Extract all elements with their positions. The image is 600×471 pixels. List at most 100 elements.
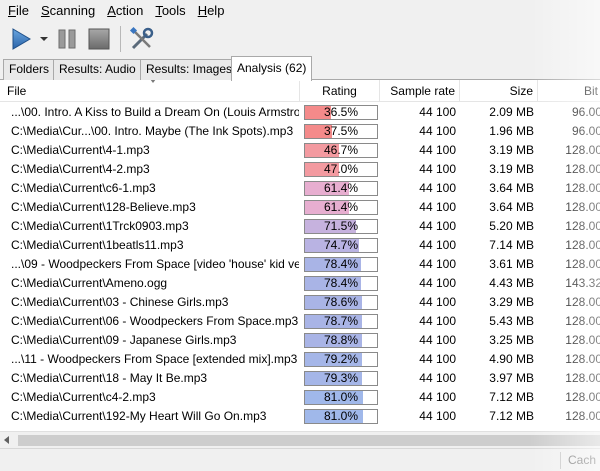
rating-bar: 61.4% <box>304 181 378 196</box>
menu-action[interactable]: Action <box>101 0 149 22</box>
size-cell: 7.14 MB <box>489 238 534 252</box>
sample-rate-cell: 44 100 <box>419 238 456 252</box>
size-cell: 1.96 MB <box>489 124 534 138</box>
stop-button[interactable] <box>84 24 114 54</box>
bitrate-cell: 128.00 <box>565 352 600 366</box>
file-path-cell: C:\Media\Cur...\00. Intro. Maybe (The In… <box>11 124 294 138</box>
rating-bar: 78.4% <box>304 257 378 272</box>
list-header: File Rating Sample rate Size Bit <box>0 80 600 102</box>
bitrate-cell: 128.00 <box>565 314 600 328</box>
sample-rate-cell: 44 100 <box>419 409 456 423</box>
rating-bar: 46.7% <box>304 143 378 158</box>
sample-rate-cell: 44 100 <box>419 276 456 290</box>
column-header-bitrate-label: Bit <box>583 84 598 98</box>
sample-rate-cell: 44 100 <box>419 371 456 385</box>
table-row[interactable]: C:\Media\Current\1Trck0903.mp3 71.5% 44 10… <box>0 217 600 236</box>
table-row[interactable]: C:\Media\Cur...\00. Intro. Maybe (The In… <box>0 122 600 141</box>
file-path-cell: C:\Media\Current\06 - Woodpeckers From S… <box>11 314 299 328</box>
pause-icon <box>58 29 76 49</box>
toolbar-separator <box>120 26 121 52</box>
rating-value: 78.7% <box>323 314 359 328</box>
rating-value: 47.0% <box>323 162 359 176</box>
menu-help[interactable]: Help <box>192 0 231 22</box>
table-row[interactable]: C:\Media\Current\03 - Chinese Girls.mp3 7… <box>0 293 600 312</box>
bitrate-cell: 128.00 <box>565 162 600 176</box>
rating-bar: 71.5% <box>304 219 378 234</box>
table-row[interactable]: C:\Media\Current\1beatls11.mp3 74.7% 44 10… <box>0 236 600 255</box>
sample-rate-cell: 44 100 <box>419 219 456 233</box>
table-row[interactable]: C:\Media\Current\c4-2.mp3 81.0% 44 100 7.12… <box>0 388 600 407</box>
size-cell: 3.64 MB <box>489 181 534 195</box>
table-row[interactable]: C:\Media\Current\128-Believe.mp3 61.4% 44 … <box>0 198 600 217</box>
tab-folders-label: Folders <box>9 62 50 76</box>
file-path-cell: ...\11 - Woodpeckers From Space [extende… <box>11 352 298 366</box>
table-row[interactable]: C:\Media\Current\Ameno.ogg 78.4% 44 100 4.4… <box>0 274 600 293</box>
rating-value: 81.0% <box>323 390 359 404</box>
rating-value: 78.6% <box>323 295 359 309</box>
size-cell: 7.12 MB <box>489 390 534 404</box>
list-rows: ...\00. Intro. A Kiss to Build a Dream O… <box>0 103 600 426</box>
rating-bar: 81.0% <box>304 390 378 405</box>
table-row[interactable]: C:\Media\Current\4-2.mp3 47.0% 44 100 3.19 … <box>0 160 600 179</box>
bitrate-cell: 128.00 <box>565 219 600 233</box>
column-header-rating[interactable]: Rating <box>300 80 380 102</box>
table-row[interactable]: C:\Media\Current\09 - Japanese Girls.mp3… <box>0 331 600 350</box>
column-header-rating-label: Rating <box>322 84 357 98</box>
table-row[interactable]: C:\Media\Current\c6-1.mp3 61.4% 44 100 3.64… <box>0 179 600 198</box>
table-row[interactable]: C:\Media\Current\4-1.mp3 46.7% 44 100 3.19 … <box>0 141 600 160</box>
table-row[interactable]: ...\09 - Woodpeckers From Space [video '… <box>0 255 600 274</box>
rating-value: 78.8% <box>323 333 359 347</box>
play-button[interactable] <box>6 24 36 54</box>
tab-results-images[interactable]: Results: Images <box>140 59 239 80</box>
rating-bar: 74.7% <box>304 238 378 253</box>
rating-bar: 61.4% <box>304 200 378 215</box>
tab-folders[interactable]: Folders <box>3 59 56 80</box>
pause-button[interactable] <box>52 24 82 54</box>
menu-help-label: elp <box>207 3 225 18</box>
size-cell: 3.19 MB <box>489 162 534 176</box>
column-header-size[interactable]: Size <box>460 80 538 102</box>
rating-bar: 78.8% <box>304 333 378 348</box>
menu-scanning[interactable]: Scanning <box>35 0 101 22</box>
table-row[interactable]: C:\Media\Current\18 - May It Be.mp3 79.3%… <box>0 369 600 388</box>
dropdown-arrow-icon <box>40 37 48 41</box>
tab-results-images-label: Results: Images <box>146 62 233 76</box>
size-cell: 5.20 MB <box>489 219 534 233</box>
table-row[interactable]: ...\11 - Woodpeckers From Space [extende… <box>0 350 600 369</box>
tab-results-audio[interactable]: Results: Audio <box>53 59 142 80</box>
scrollbar-thumb[interactable] <box>18 435 600 446</box>
rating-bar: 78.7% <box>304 314 378 329</box>
rating-bar: 81.0% <box>304 409 378 424</box>
tools-icon <box>129 26 154 50</box>
tools-button[interactable] <box>127 24 157 54</box>
rating-value: 61.4% <box>323 181 359 195</box>
analysis-list[interactable]: File Rating Sample rate Size Bit ...\00.… <box>0 80 600 431</box>
bitrate-cell: 96.00 <box>571 105 600 119</box>
menu-file[interactable]: File <box>2 0 35 22</box>
file-path-cell: C:\Media\Current\c6-1.mp3 <box>11 181 156 195</box>
tab-analysis[interactable]: Analysis (62) <box>231 56 313 81</box>
column-header-file[interactable]: File <box>0 80 300 102</box>
bitrate-cell: 128.00 <box>565 181 600 195</box>
table-row[interactable]: C:\Media\Current\192-My Heart Will Go On… <box>0 407 600 426</box>
bitrate-cell: 128.00 <box>565 200 600 214</box>
sort-indicator-icon <box>150 80 156 83</box>
column-header-sample-rate[interactable]: Sample rate <box>380 80 460 102</box>
menu-tools[interactable]: Tools <box>149 0 191 22</box>
rating-value: 61.4% <box>323 200 359 214</box>
play-dropdown-button[interactable] <box>38 24 50 54</box>
scroll-left-icon[interactable] <box>4 436 9 444</box>
horizontal-scrollbar[interactable] <box>0 431 600 448</box>
column-header-bitrate[interactable]: Bit <box>538 80 600 102</box>
table-row[interactable]: C:\Media\Current\06 - Woodpeckers From S… <box>0 312 600 331</box>
menu-file-accel: F <box>8 3 16 18</box>
bitrate-cell: 128.00 <box>565 143 600 157</box>
size-cell: 4.90 MB <box>489 352 534 366</box>
size-cell: 2.09 MB <box>489 105 534 119</box>
bitrate-cell: 128.00 <box>565 390 600 404</box>
tab-results-audio-label: Results: Audio <box>59 62 136 76</box>
table-row[interactable]: ...\00. Intro. A Kiss to Build a Dream O… <box>0 103 600 122</box>
bitrate-cell: 143.32 <box>565 276 600 290</box>
rating-bar: 47.0% <box>304 162 378 177</box>
sample-rate-cell: 44 100 <box>419 390 456 404</box>
